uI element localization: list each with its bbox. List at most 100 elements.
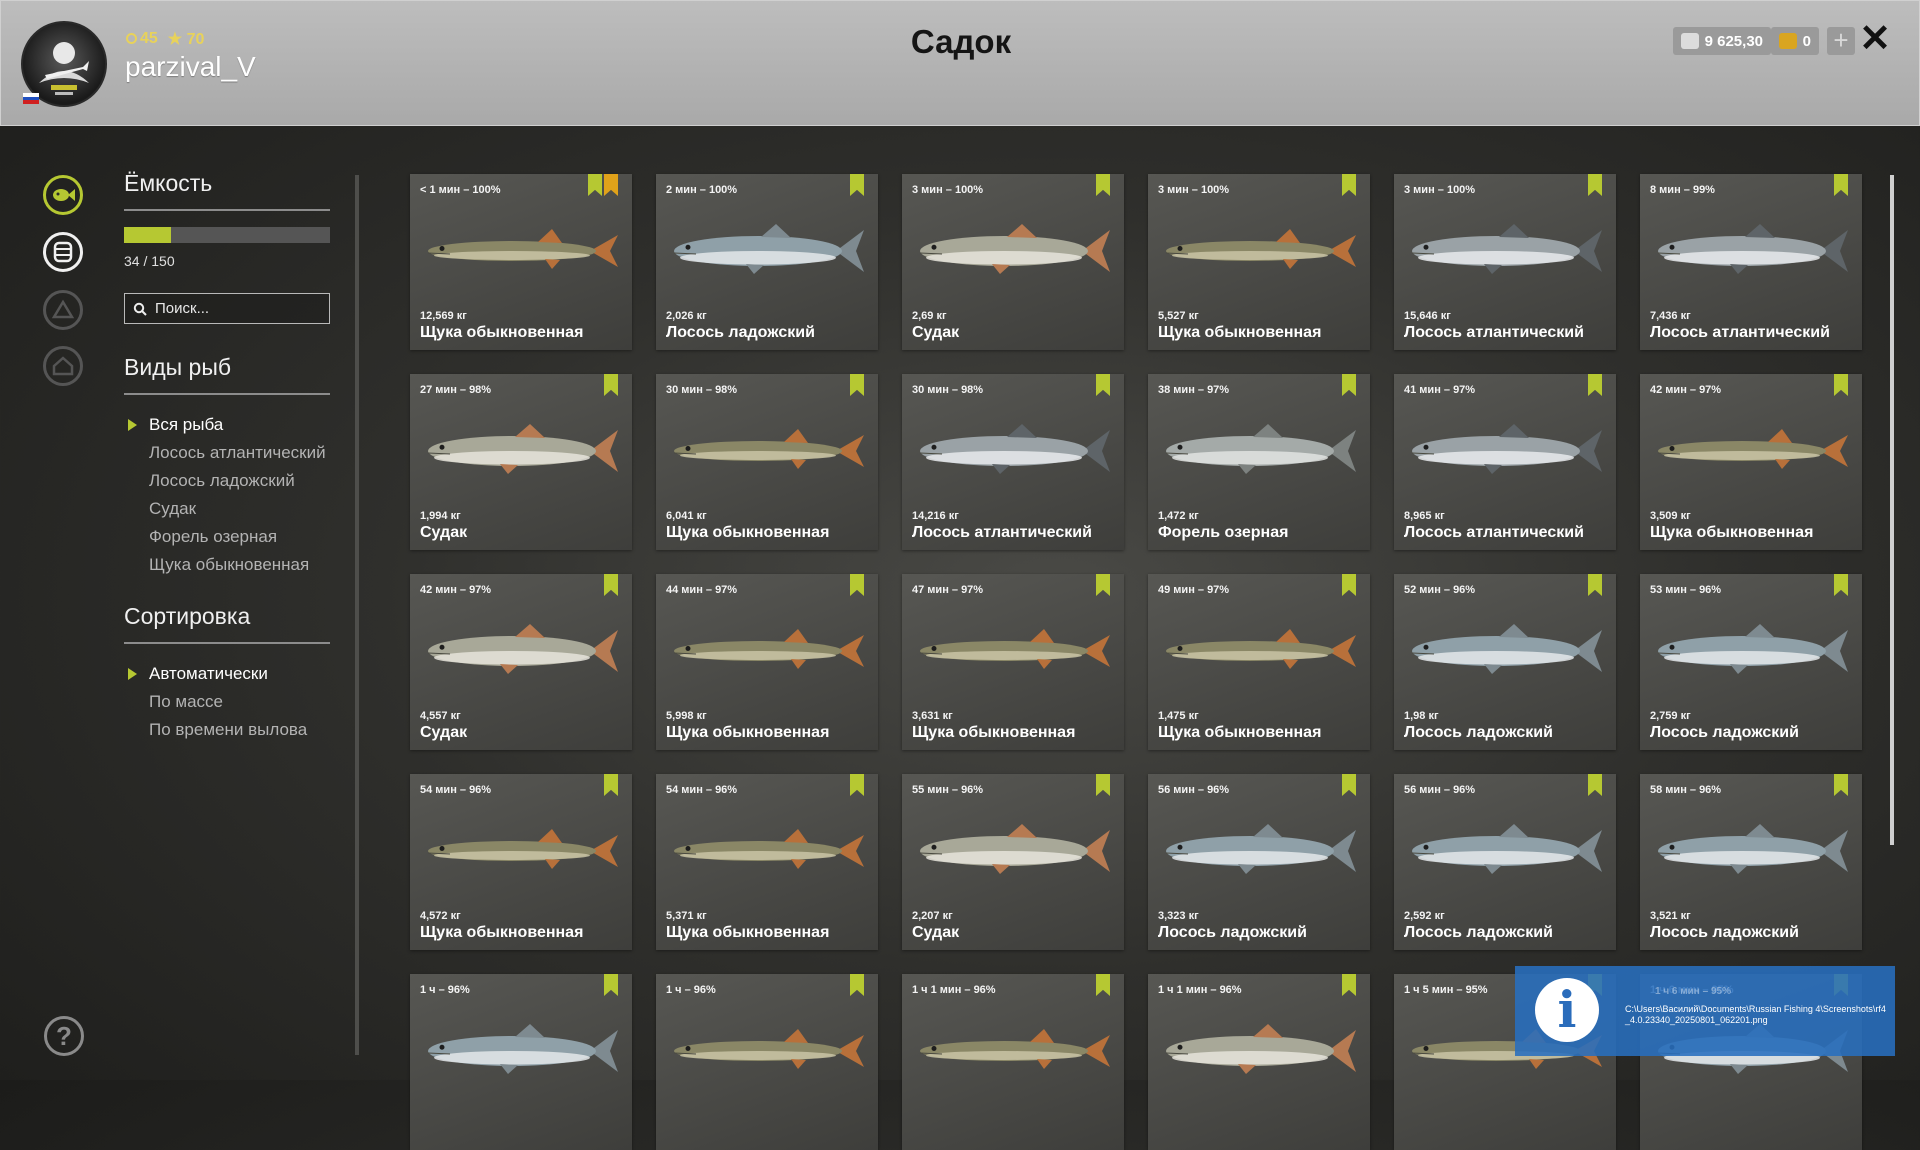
fish-card[interactable]: 58 мин – 96% 3,521 кг Лосось ладожский (1640, 774, 1862, 950)
fish-name: Судак (912, 324, 960, 341)
fish-card[interactable]: 53 мин – 96% 2,759 кг Лосось ладожский (1640, 574, 1862, 750)
species-filter-item[interactable]: Щука обыкновенная (124, 551, 330, 579)
bookmark-icon[interactable] (1096, 374, 1110, 396)
bookmark-icon[interactable] (1096, 174, 1110, 196)
camp-tab-icon[interactable] (43, 290, 83, 330)
fish-weight: 5,998 кг (666, 710, 707, 722)
fish-weight: 1,98 кг (1404, 710, 1439, 722)
fish-card[interactable]: 49 мин – 97% 1,475 кг Щука обыкновенная (1148, 574, 1370, 750)
fish-card[interactable]: 3 мин – 100% 2,69 кг Судак (902, 174, 1124, 350)
fish-card[interactable]: 56 мин – 96% 2,592 кг Лосось ладожский (1394, 774, 1616, 950)
fish-card[interactable]: 47 мин – 97% 3,631 кг Щука обыкновенная (902, 574, 1124, 750)
bookmark-icon[interactable] (604, 974, 618, 996)
bookmark-icon[interactable] (1096, 974, 1110, 996)
fish-card[interactable]: 55 мин – 96% 2,207 кг Судак (902, 774, 1124, 950)
species-filter-item[interactable]: Лосось ладожский (124, 467, 330, 495)
sort-option-item[interactable]: По массе (124, 688, 330, 716)
bookmark-icon[interactable] (604, 774, 618, 796)
atlantic-fish-icon (1411, 424, 1602, 474)
fish-card[interactable]: 27 мин – 98% 1,994 кг Судак (410, 374, 632, 550)
bookmark-icon[interactable] (588, 174, 602, 196)
fish-card[interactable]: 1 ч – 96% (656, 974, 878, 1150)
fish-name: Щука обыкновенная (420, 324, 584, 341)
fish-tab-icon[interactable] (43, 175, 83, 215)
bookmark-icon[interactable] (604, 574, 618, 596)
fish-card[interactable]: 30 мин – 98% 6,041 кг Щука обыкновенная (656, 374, 878, 550)
top-bar: 45 ★ 70 parzival_V Садок 9 625,30 0 + ✕ (0, 0, 1920, 126)
favorite-star-icon[interactable] (604, 174, 618, 196)
sort-option-item[interactable]: По времени вылова (124, 716, 330, 744)
bookmark-icon[interactable] (850, 574, 864, 596)
home-tab-icon[interactable] (43, 346, 83, 386)
bookmark-icon[interactable] (1588, 174, 1602, 196)
fish-card[interactable]: 8 мин – 99% 7,436 кг Лосось атлантически… (1640, 174, 1862, 350)
scrollbar[interactable] (1890, 175, 1894, 845)
fish-name: Щука обыкновенная (1158, 724, 1322, 741)
search-box[interactable] (124, 293, 330, 324)
bookmark-icon[interactable] (1342, 174, 1356, 196)
fish-name: Щука обыкновенная (1158, 324, 1322, 341)
fish-card[interactable]: 3 мин – 100% 5,527 кг Щука обыкновенная (1148, 174, 1370, 350)
fish-card[interactable]: 1 ч 1 мин – 96% (902, 974, 1124, 1150)
bookmark-icon[interactable] (850, 774, 864, 796)
fish-name: Лосось атлантический (1404, 524, 1584, 541)
fish-name: Лосось ладожский (1158, 924, 1307, 941)
help-button[interactable]: ? (44, 1016, 84, 1056)
fish-card[interactable]: 54 мин – 96% 4,572 кг Щука обыкновенная (410, 774, 632, 950)
bookmark-icon[interactable] (1834, 374, 1848, 396)
fish-card[interactable]: 42 мин – 97% 4,557 кг Судак (410, 574, 632, 750)
sort-option-item[interactable]: Автоматически (124, 660, 330, 688)
bookmark-icon[interactable] (850, 974, 864, 996)
bookmark-icon[interactable] (1834, 174, 1848, 196)
bookmark-icon[interactable] (1834, 774, 1848, 796)
fish-card[interactable]: 1 ч – 96% (410, 974, 632, 1150)
bookmark-icon[interactable] (1342, 774, 1356, 796)
fish-card[interactable]: 44 мин – 97% 5,998 кг Щука обыкновенная (656, 574, 878, 750)
fish-card[interactable]: 54 мин – 96% 5,371 кг Щука обыкновенная (656, 774, 878, 950)
fish-card[interactable]: 30 мин – 98% 14,216 кг Лосось атлантичес… (902, 374, 1124, 550)
catch-time-freshness: 1 ч 5 мин – 95% (1404, 984, 1488, 996)
catch-time-freshness: 44 мин – 97% (666, 584, 738, 596)
bookmark-icon[interactable] (604, 374, 618, 396)
catch-time-freshness: 1 ч 1 мин – 96% (912, 984, 996, 996)
fish-card[interactable]: 56 мин – 96% 3,323 кг Лосось ладожский (1148, 774, 1370, 950)
bookmark-icon[interactable] (1342, 974, 1356, 996)
species-filter-item[interactable]: Форель озерная (124, 523, 330, 551)
fish-card[interactable]: < 1 мин – 100% 12,569 кг Щука обыкновенн… (410, 174, 632, 350)
bookmark-icon[interactable] (1342, 374, 1356, 396)
catch-time-freshness: 54 мин – 96% (420, 784, 492, 796)
bookmark-icon[interactable] (850, 374, 864, 396)
zander-fish-icon (427, 624, 618, 674)
bookmark-icon[interactable] (1588, 574, 1602, 596)
notification-ghost-text: 1 ч 6 мин – 95% (1655, 986, 1731, 997)
bookmark-icon[interactable] (850, 174, 864, 196)
search-input[interactable] (153, 299, 327, 318)
fish-card[interactable]: 41 мин – 97% 8,965 кг Лосось атлантическ… (1394, 374, 1616, 550)
species-filter-item[interactable]: Судак (124, 495, 330, 523)
fish-name: Лосось ладожский (1650, 924, 1799, 941)
fish-card[interactable]: 52 мин – 96% 1,98 кг Лосось ладожский (1394, 574, 1616, 750)
add-currency-button[interactable]: + (1827, 27, 1855, 55)
atlantic-fish-icon (1411, 224, 1602, 274)
keepnet-tab-icon[interactable] (43, 232, 83, 272)
fish-card[interactable]: 1 ч 1 мин – 96% (1148, 974, 1370, 1150)
fish-card[interactable]: 38 мин – 97% 1,472 кг Форель озерная (1148, 374, 1370, 550)
fish-name: Форель озерная (1158, 524, 1289, 541)
bookmark-icon[interactable] (1834, 574, 1848, 596)
fish-weight: 4,557 кг (420, 710, 461, 722)
silver-balance: 9 625,30 (1672, 27, 1771, 55)
bookmark-icon[interactable] (1096, 774, 1110, 796)
fish-card[interactable]: 42 мин – 97% 3,509 кг Щука обыкновенная (1640, 374, 1862, 550)
close-button[interactable]: ✕ (1855, 19, 1895, 59)
fish-card[interactable]: 2 мин – 100% 2,026 кг Лосось ладожский (656, 174, 878, 350)
screenshot-notification[interactable]: i 1 ч 6 мин – 95% C:\Users\Василий\Docum… (1515, 966, 1895, 1056)
bookmark-icon[interactable] (1588, 374, 1602, 396)
catch-time-freshness: 8 мин – 99% (1650, 184, 1715, 196)
bookmark-icon[interactable] (1342, 574, 1356, 596)
bookmark-icon[interactable] (1096, 574, 1110, 596)
species-filter-item[interactable]: Лосось атлантический (124, 439, 330, 467)
fish-card[interactable]: 3 мин – 100% 15,646 кг Лосось атлантичес… (1394, 174, 1616, 350)
species-filter-item[interactable]: Вся рыба (124, 411, 330, 439)
bookmark-icon[interactable] (1588, 774, 1602, 796)
panel-divider (355, 175, 359, 1055)
